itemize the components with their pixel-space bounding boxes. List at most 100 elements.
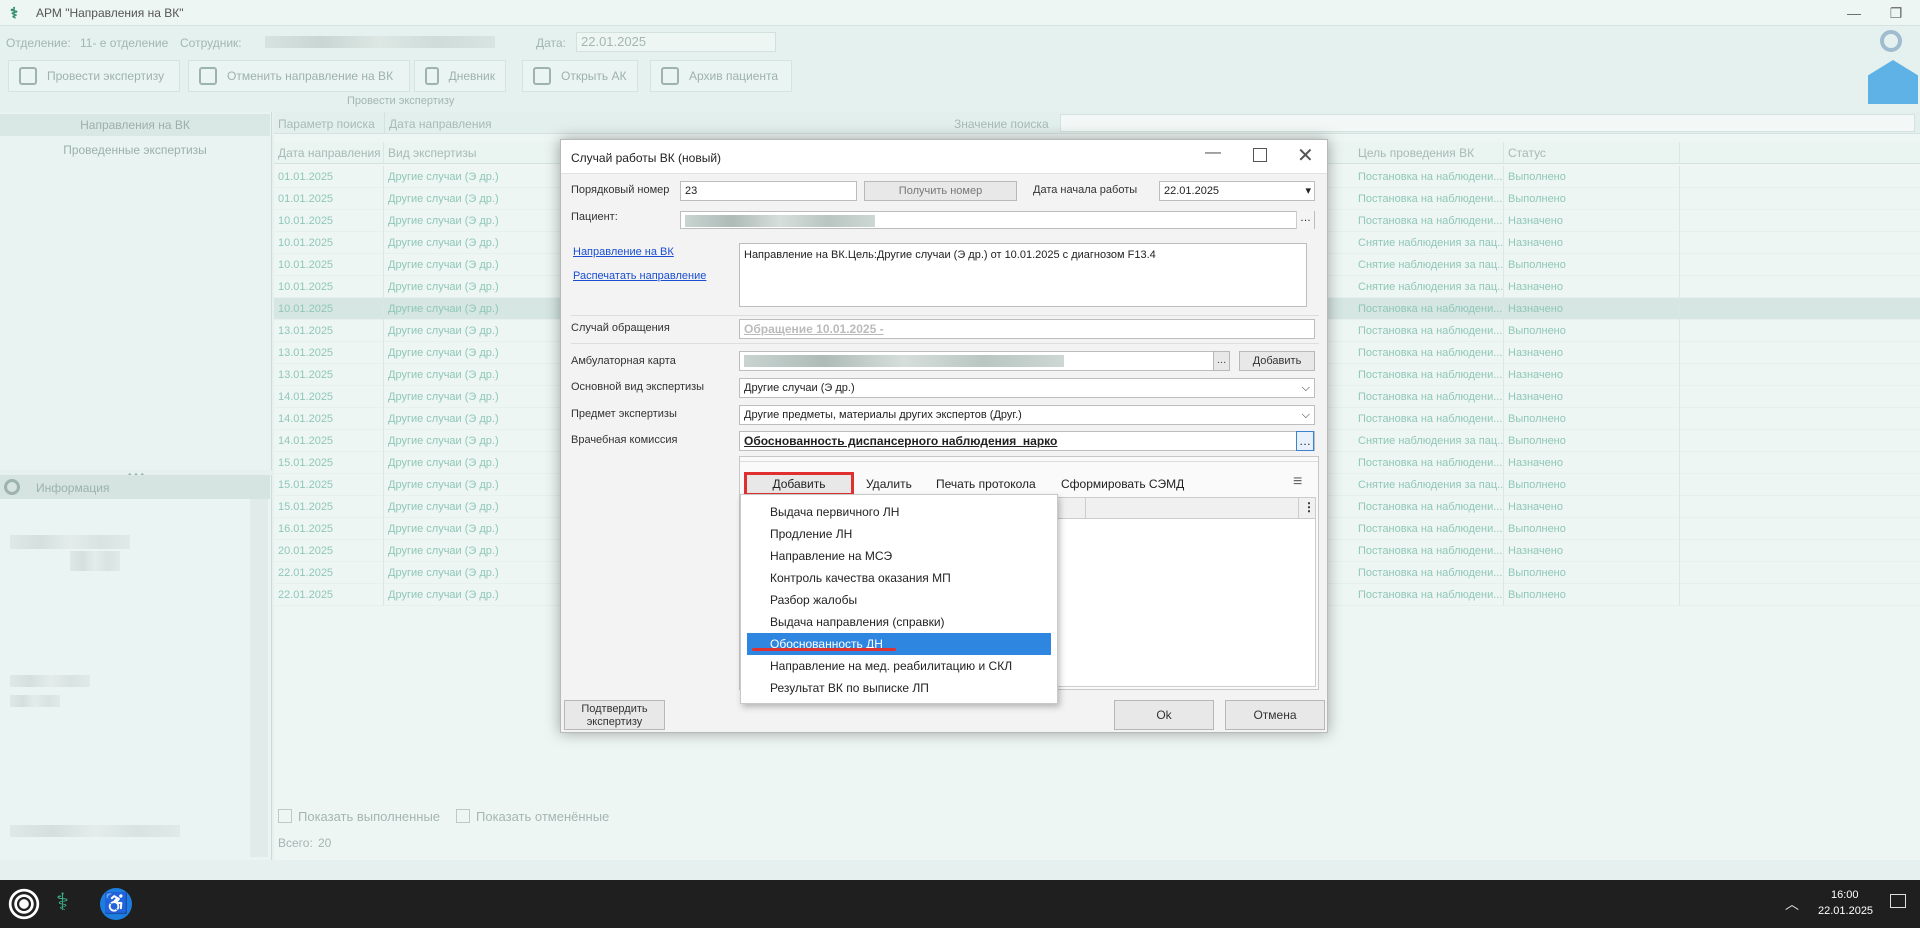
patient-field[interactable]: … — [680, 211, 1315, 229]
menu-item[interactable]: Результат ВК по выписке ЛП — [747, 677, 1051, 699]
cell-date: 14.01.2025 — [274, 386, 384, 408]
restore-icon[interactable]: ❐ — [1878, 2, 1914, 24]
menu-item[interactable]: Обоснованность ДН — [747, 633, 1051, 655]
toolbar-group-caption: Провести экспертизу — [347, 95, 455, 107]
card-label: Амбулаторная карта — [571, 355, 676, 367]
accessibility-icon[interactable]: ♿ — [100, 888, 132, 920]
subject-label: Предмет экспертизы — [571, 408, 677, 420]
form-semd-button[interactable]: Сформировать СЭМД — [1061, 477, 1184, 491]
dropdown-arrow-icon[interactable]: ▾ — [1305, 182, 1311, 200]
confirm-exam-button[interactable]: Подтвердить экспертизу — [564, 700, 665, 730]
patient-archive-button[interactable]: Архив пациента — [650, 60, 792, 92]
cell-date: 15.01.2025 — [274, 474, 384, 496]
col-date[interactable]: Дата направления — [274, 142, 384, 164]
search-param-select[interactable]: Дата направления — [384, 112, 944, 134]
show-cancelled-checkbox[interactable] — [456, 809, 470, 823]
diary-button[interactable]: Дневник — [414, 60, 506, 92]
cell-date: 10.01.2025 — [274, 232, 384, 254]
tab-referrals[interactable]: Направления на ВК — [0, 114, 270, 136]
cell-date: 22.01.2025 — [274, 562, 384, 584]
dialog-close-icon[interactable]: ✕ — [1297, 143, 1314, 168]
ok-button[interactable]: Ok — [1114, 700, 1214, 730]
cell-date: 01.01.2025 — [274, 166, 384, 188]
cancel-referral-button[interactable]: Отменить направление на ВК — [188, 60, 410, 92]
menu-item[interactable]: Разбор жалобы — [747, 589, 1051, 611]
search-value-input[interactable] — [1060, 114, 1915, 132]
exam-type-select[interactable]: Другие случаи (Э др.) ⌵ — [739, 378, 1315, 398]
cell-date: 14.01.2025 — [274, 408, 384, 430]
commission-browse-button[interactable]: … — [1296, 431, 1314, 451]
cell-goal: Постановка на наблюдени... — [1354, 452, 1504, 474]
seq-label: Порядковый номер — [571, 184, 670, 196]
col-status[interactable]: Статус — [1504, 142, 1680, 164]
dialog-maximize-icon[interactable] — [1253, 148, 1267, 162]
print-referral-link[interactable]: Распечатать направление — [573, 270, 706, 282]
tray-chevron-up-icon[interactable]: ︿ — [1785, 894, 1799, 914]
cell-date: 20.01.2025 — [274, 540, 384, 562]
open-card-button[interactable]: Открыть АК — [522, 60, 638, 92]
start-date-input[interactable]: 22.01.2025 ▾ — [1159, 181, 1315, 201]
cell-goal: Постановка на наблюдени... — [1354, 518, 1504, 540]
card-add-button[interactable]: Добавить — [1239, 351, 1315, 371]
case-field[interactable]: Обращение 10.01.2025 - — [739, 319, 1315, 339]
settings-gear-icon[interactable] — [1880, 30, 1902, 52]
cell-date: 13.01.2025 — [274, 364, 384, 386]
show-done-checkbox[interactable] — [278, 809, 292, 823]
add-protocol-button[interactable]: Добавить протокол — [744, 472, 854, 509]
app-title: АРМ "Направления на ВК" — [36, 6, 184, 20]
title-bar: ⚕ АРМ "Направления на ВК" — ❐ — [0, 0, 1920, 26]
info-gear-icon[interactable] — [4, 479, 20, 495]
patient-archive-label: Архив пациента — [689, 69, 779, 83]
hamburger-menu-icon[interactable]: ≡ — [1293, 473, 1302, 491]
menu-item[interactable]: Продление ЛН — [747, 523, 1051, 545]
info-blurred-3 — [10, 675, 90, 687]
start-date-value: 22.01.2025 — [1164, 185, 1220, 197]
patient-browse-button[interactable]: … — [1296, 211, 1314, 229]
card-field[interactable] — [739, 351, 1230, 371]
get-number-button[interactable]: Получить номер — [864, 181, 1017, 201]
cell-goal: Постановка на наблюдени... — [1354, 496, 1504, 518]
menu-item[interactable]: Направление на МСЭ — [747, 545, 1051, 567]
chevron-down-icon: ⌵ — [1301, 382, 1310, 394]
print-protocol-button[interactable]: Печать протокола — [936, 477, 1036, 491]
people-cancel-icon — [199, 67, 217, 85]
app-taskbar-icon[interactable]: ⚕ — [56, 888, 86, 918]
cell-goal: Постановка на наблюдени... — [1354, 364, 1504, 386]
dialog-minimize-icon[interactable]: — — [1205, 144, 1221, 162]
menu-item[interactable]: Выдача первичного ЛН — [747, 501, 1051, 523]
clock-time: 16:00 — [1831, 889, 1859, 901]
card-browse-button[interactable]: … — [1213, 351, 1230, 371]
cell-goal: Постановка на наблюдени... — [1354, 408, 1504, 430]
minimize-icon[interactable]: — — [1836, 2, 1872, 24]
seq-input[interactable]: 23 — [680, 181, 857, 201]
cell-date: 14.01.2025 — [274, 430, 384, 452]
commission-field[interactable]: Обоснованность диспансерного наблюдения_… — [739, 431, 1315, 451]
col-goal[interactable]: Цель проведения ВК — [1354, 142, 1504, 164]
cell-date: 10.01.2025 — [274, 298, 384, 320]
commission-label: Врачебная комиссия — [571, 434, 678, 446]
menu-item[interactable]: Выдача направления (справки) — [747, 611, 1051, 633]
people-gear-icon — [19, 67, 37, 85]
taskbar: ⚕ ♿ ︿ 16:00 22.01.2025 — [0, 880, 1920, 928]
left-panel: Направления на ВК Проведенные экспертизы — [0, 112, 272, 470]
date-field[interactable]: 22.01.2025 — [576, 32, 776, 52]
notifications-icon[interactable] — [1890, 894, 1906, 908]
menu-item[interactable]: Контроль качества оказания МП — [747, 567, 1051, 589]
cell-goal: Постановка на наблюдени... — [1354, 342, 1504, 364]
referral-link[interactable]: Направление на ВК — [573, 246, 674, 258]
subject-select[interactable]: Другие предметы, материалы других экспер… — [739, 405, 1315, 425]
search-param-label: Параметр поиска — [278, 117, 375, 131]
date-value: 22.01.2025 — [581, 34, 647, 49]
os-start-icon[interactable] — [8, 888, 40, 920]
cell-status: Выполнено — [1504, 254, 1680, 276]
menu-item[interactable]: Направление на мед. реабилитацию и СКЛ — [747, 655, 1051, 677]
cancel-button[interactable]: Отмена — [1225, 700, 1325, 730]
exam-type-label: Основной вид экспертизы — [571, 381, 705, 393]
delete-button[interactable]: Удалить — [866, 477, 912, 491]
conduct-exam-button[interactable]: Провести экспертизу — [8, 60, 180, 92]
column-options-icon[interactable]: ⋮ — [1303, 500, 1315, 514]
info-scrollbar[interactable] — [250, 499, 268, 857]
cell-goal: Снятие наблюдения за пац... — [1354, 474, 1504, 496]
tab-completed-exams[interactable]: Проведенные экспертизы — [0, 139, 270, 161]
cell-goal: Снятие наблюдения за пац... — [1354, 430, 1504, 452]
